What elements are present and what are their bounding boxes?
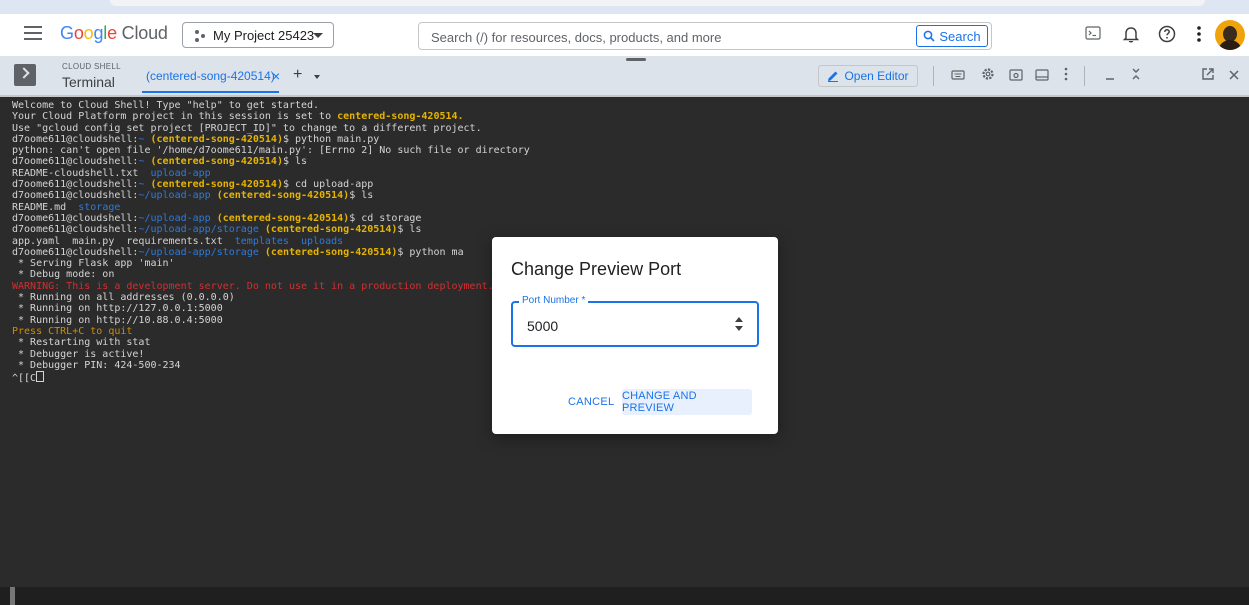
change-and-preview-button[interactable]: CHANGE AND PREVIEW: [622, 389, 752, 415]
toolbar-divider: [933, 66, 934, 86]
search-button[interactable]: Search: [916, 25, 988, 47]
search-bar: Search: [418, 22, 992, 50]
cloud-shell-icon: [14, 64, 36, 86]
console-header: Google Cloud My Project 25423 Search: [0, 14, 1249, 57]
chevron-down-icon: [313, 33, 323, 38]
project-dots-icon: [195, 30, 207, 42]
collapse-icon[interactable]: [1126, 66, 1146, 86]
stepper-up-icon[interactable]: [735, 317, 743, 322]
bell-icon[interactable]: [1122, 25, 1143, 45]
resize-handle[interactable]: [626, 58, 646, 61]
add-tab-button[interactable]: +: [293, 66, 302, 84]
hamburger-menu-icon[interactable]: [24, 26, 42, 44]
port-stepper[interactable]: [735, 316, 743, 332]
terminal-cursor: [36, 371, 45, 383]
project-name: My Project 25423: [213, 28, 315, 43]
search-input[interactable]: [429, 27, 903, 47]
open-new-window-icon[interactable]: [1198, 66, 1218, 86]
stepper-down-icon[interactable]: [735, 326, 743, 331]
cancel-button[interactable]: CANCEL: [560, 390, 622, 414]
project-selector[interactable]: My Project 25423: [182, 22, 334, 48]
avatar[interactable]: [1215, 20, 1245, 50]
search-icon: [924, 30, 935, 42]
browser-top-strip: [0, 0, 1249, 14]
open-editor-button[interactable]: Open Editor: [818, 65, 918, 87]
terminal-title: Terminal: [62, 74, 115, 90]
browser-address-strip: [110, 0, 1205, 6]
toolbar-divider: [1084, 66, 1085, 86]
cloud-shell-label: CLOUD SHELL: [62, 62, 121, 71]
change-preview-port-dialog: Change Preview Port Port Number * CANCEL…: [492, 237, 778, 434]
cloud-shell-terminal-icon[interactable]: [1085, 25, 1105, 45]
port-number-label: Port Number *: [519, 295, 589, 306]
dialog-title: Change Preview Port: [511, 259, 682, 279]
gear-icon[interactable]: [978, 66, 998, 86]
chevron-down-icon[interactable]: [314, 75, 320, 79]
close-icon[interactable]: [1224, 66, 1244, 86]
help-icon[interactable]: [1158, 25, 1178, 45]
terminal-footer: [0, 587, 1249, 605]
cloud-shell-toolbar: CLOUD SHELL Terminal (centered-song-4205…: [0, 56, 1249, 97]
more-vert-icon[interactable]: [1056, 66, 1076, 86]
tab-session[interactable]: (centered-song-420514): [142, 69, 279, 93]
pencil-icon: [828, 71, 839, 82]
more-vert-icon[interactable]: [1196, 25, 1216, 45]
port-number-field: Port Number *: [511, 295, 759, 347]
terminal-scrollbar[interactable]: [10, 587, 15, 605]
keyboard-icon[interactable]: [948, 66, 968, 86]
close-tab-icon[interactable]: ×: [272, 68, 280, 84]
google-cloud-logo[interactable]: Google Cloud: [60, 23, 168, 44]
minimize-icon[interactable]: [1100, 66, 1120, 86]
port-number-input[interactable]: [525, 317, 709, 335]
web-preview-icon[interactable]: [1006, 66, 1026, 86]
layout-icon[interactable]: [1032, 66, 1052, 86]
